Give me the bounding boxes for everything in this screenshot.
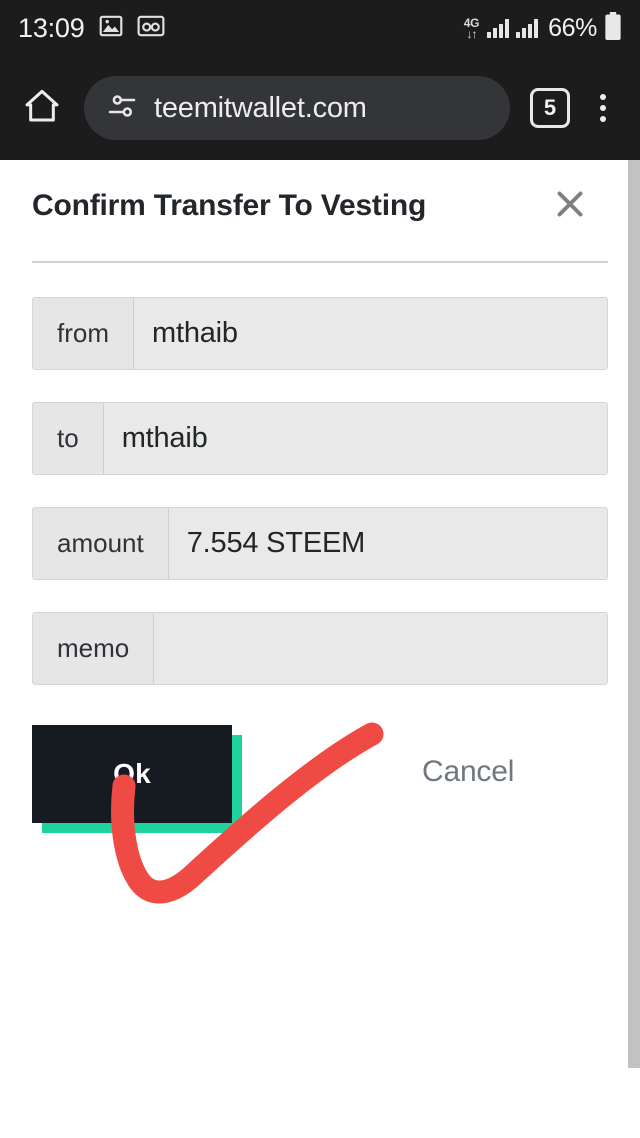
transfer-details-list: from mthaib to mthaib amount 7.554 STEEM… [0,263,640,685]
page-scrollbar-track[interactable] [628,160,640,1138]
field-row-amount: amount 7.554 STEEM [32,507,608,580]
field-row-to: to mthaib [32,402,608,475]
overflow-menu-icon [600,94,606,100]
page-title: Confirm Transfer To Vesting [32,189,427,222]
status-bar-left: 13:09 [18,13,165,44]
home-icon [22,86,62,131]
battery-icon [604,11,622,45]
field-value-amount: 7.554 STEEM [168,508,607,579]
field-row-memo: memo [32,612,608,685]
page-scrollbar-thumb[interactable] [628,160,640,1068]
signal-strength-icon-sim1 [487,18,510,38]
field-value-from: mthaib [134,298,607,369]
voicemail-icon [137,13,165,44]
field-label-to: to [33,403,104,474]
field-value-memo [154,613,607,684]
status-clock: 13:09 [18,12,85,43]
home-button[interactable] [14,80,70,136]
close-icon [552,186,588,227]
network-type-indicator: 4G ↓↑ [463,15,480,41]
address-bar[interactable]: teemitwallet.com [84,76,510,140]
field-label-amount: amount [33,508,169,579]
image-icon [98,13,124,44]
url-text: teemitwallet.com [154,91,367,124]
overflow-menu-button[interactable] [580,80,626,136]
cancel-button[interactable]: Cancel [422,755,514,789]
signal-strength-icon-sim2 [516,18,539,38]
field-label-from: from [33,298,134,369]
browser-toolbar: teemitwallet.com 5 [0,56,640,160]
field-value-to: mthaib [103,403,607,474]
dialog-actions: Ok Cancel [32,717,608,857]
field-label-memo: memo [33,613,155,684]
tab-count-label: 5 [543,95,557,120]
tab-switcher-button[interactable]: 5 [530,88,570,128]
close-button[interactable] [548,184,592,228]
status-bar-right: 4G ↓↑ 66% [463,11,622,45]
page-content: Confirm Transfer To Vesting from mthaib … [0,160,640,1138]
tune-icon[interactable] [106,90,138,127]
android-status-bar: 13:09 4G ↓↑ 66% [0,0,640,56]
dialog-header: Confirm Transfer To Vesting [0,160,640,224]
ok-button[interactable]: Ok [32,725,232,823]
battery-percentage: 66% [548,13,597,42]
ok-button-wrapper: Ok [32,725,242,833]
field-row-from: from mthaib [32,297,608,370]
